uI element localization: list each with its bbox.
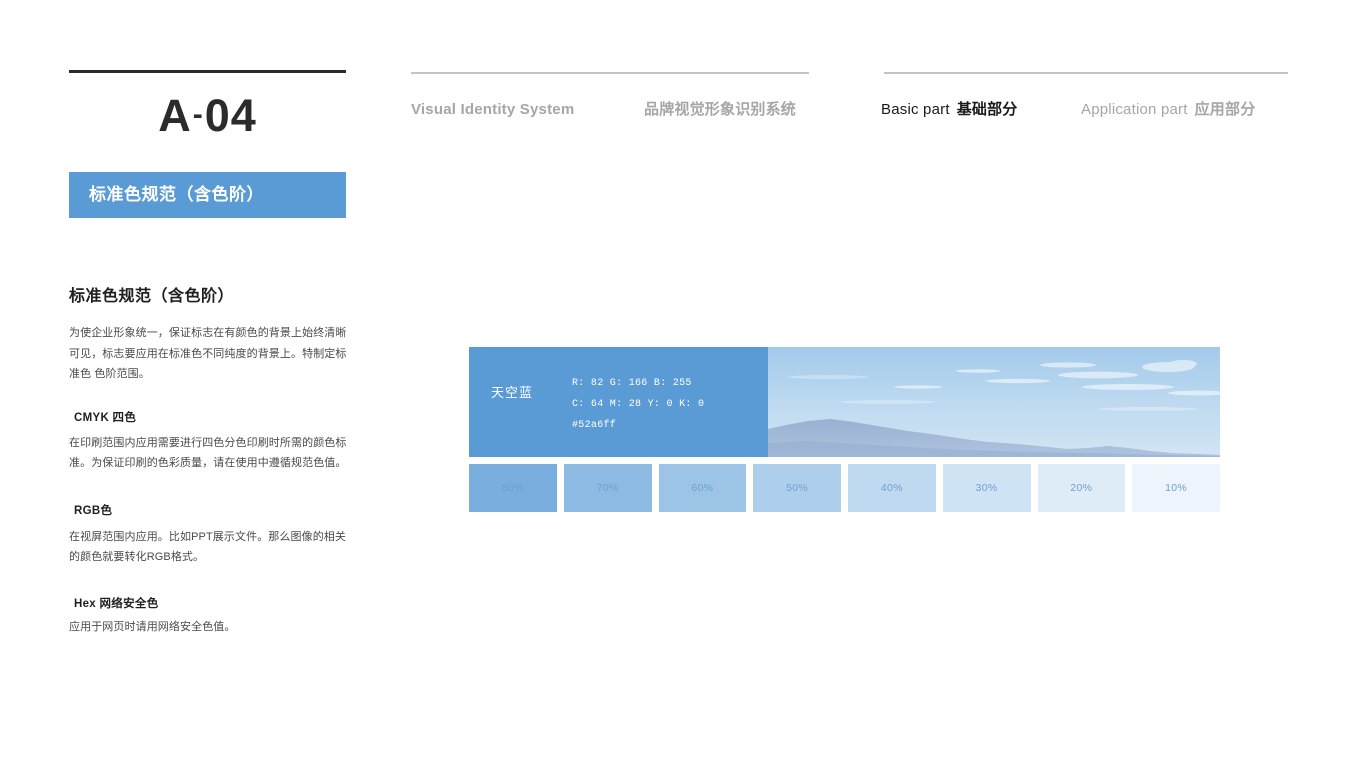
section-title: 标准色规范（含色阶）	[69, 288, 235, 305]
intro-paragraph: 为使企业形象统一，保证标志在有颜色的背景上始终清晰可见，标志要应用在标准色不同纯…	[69, 327, 347, 380]
tint-swatch[interactable]: 30%	[942, 464, 1031, 512]
sky-photograph-art	[768, 347, 1220, 457]
primary-color-values: R: 82 G: 166 B: 255 C: 64 M: 28 Y: 0 K: …	[572, 373, 704, 436]
primary-color-rgb: R: 82 G: 166 B: 255	[572, 378, 692, 389]
tint-label: 80%	[501, 482, 524, 494]
nav-item-application-part[interactable]: Application part 应用部分	[1081, 97, 1255, 123]
primary-color-hex: #52a6ff	[572, 420, 617, 431]
nav-item-application-part-cn: 应用部分	[1194, 101, 1256, 118]
slide-page: A-04 Visual Identity System 品牌视觉形象识别系统 B…	[0, 0, 1366, 768]
tint-swatch[interactable]: 70%	[563, 464, 652, 512]
primary-color-name: 天空蓝	[491, 385, 534, 400]
rgb-paragraph: 在视屏范围内应用。比如PPT展示文件。那么图像的相关的颜色就要转化RGB格式。	[69, 530, 346, 564]
tint-label: 70%	[596, 482, 619, 494]
tint-swatch[interactable]: 50%	[753, 464, 841, 512]
tint-label: 20%	[1070, 482, 1093, 494]
nav-item-basic-part[interactable]: Basic part 基础部分	[881, 97, 1018, 123]
tint-label: 40%	[880, 482, 903, 494]
header-rule-right	[884, 72, 1288, 74]
nav-item-brand-vi-cn[interactable]: 品牌视觉形象识别系统	[644, 97, 796, 123]
tint-swatch[interactable]: 60%	[658, 464, 747, 512]
header-rule-left	[69, 70, 346, 73]
section-banner-label: 标准色规范（含色阶）	[89, 185, 264, 204]
rgb-heading: RGB色	[74, 504, 113, 517]
sky-photograph	[768, 347, 1220, 457]
primary-color-cmyk: C: 64 M: 28 Y: 0 K: 0	[572, 399, 705, 410]
tint-label: 30%	[975, 482, 998, 494]
tint-label: 60%	[691, 482, 714, 494]
tint-swatch[interactable]: 40%	[848, 464, 936, 512]
header-nav: Visual Identity System 品牌视觉形象识别系统 Basic …	[0, 97, 1366, 123]
left-text-column: 标准色规范（含色阶） 为使企业形象统一，保证标志在有颜色的背景上始终清晰可见，标…	[69, 282, 351, 637]
nav-item-basic-part-en: Basic part	[881, 101, 950, 118]
tint-swatch[interactable]: 10%	[1132, 464, 1220, 512]
tint-label: 50%	[786, 482, 809, 494]
primary-color-block: 天空蓝 R: 82 G: 166 B: 255 C: 64 M: 28 Y: 0…	[469, 347, 1220, 457]
cmyk-heading: CMYK 四色	[74, 411, 137, 424]
primary-color-swatch: 天空蓝 R: 82 G: 166 B: 255 C: 64 M: 28 Y: 0…	[469, 347, 768, 457]
tint-swatch[interactable]: 20%	[1037, 464, 1126, 512]
hex-paragraph: 应用于网页时请用网络安全色值。	[69, 620, 236, 633]
nav-item-visual-identity-system[interactable]: Visual Identity System	[411, 97, 574, 123]
nav-item-basic-part-cn: 基础部分	[956, 101, 1018, 118]
tint-swatch[interactable]: 80%	[469, 464, 557, 512]
section-banner: 标准色规范（含色阶）	[69, 172, 346, 218]
tint-label: 10%	[1165, 482, 1188, 494]
nav-item-application-part-en: Application part	[1081, 101, 1188, 118]
tint-scale-row: 80% 70% 60% 50% 40% 30% 20% 10%	[469, 464, 1220, 512]
header-rule-middle	[411, 72, 809, 74]
hex-heading: Hex 网络安全色	[74, 597, 159, 610]
cmyk-paragraph: 在印刷范围内应用需要进行四色分色印刷时所需的颜色标准。为保证印刷的色彩质量，请在…	[69, 436, 347, 470]
